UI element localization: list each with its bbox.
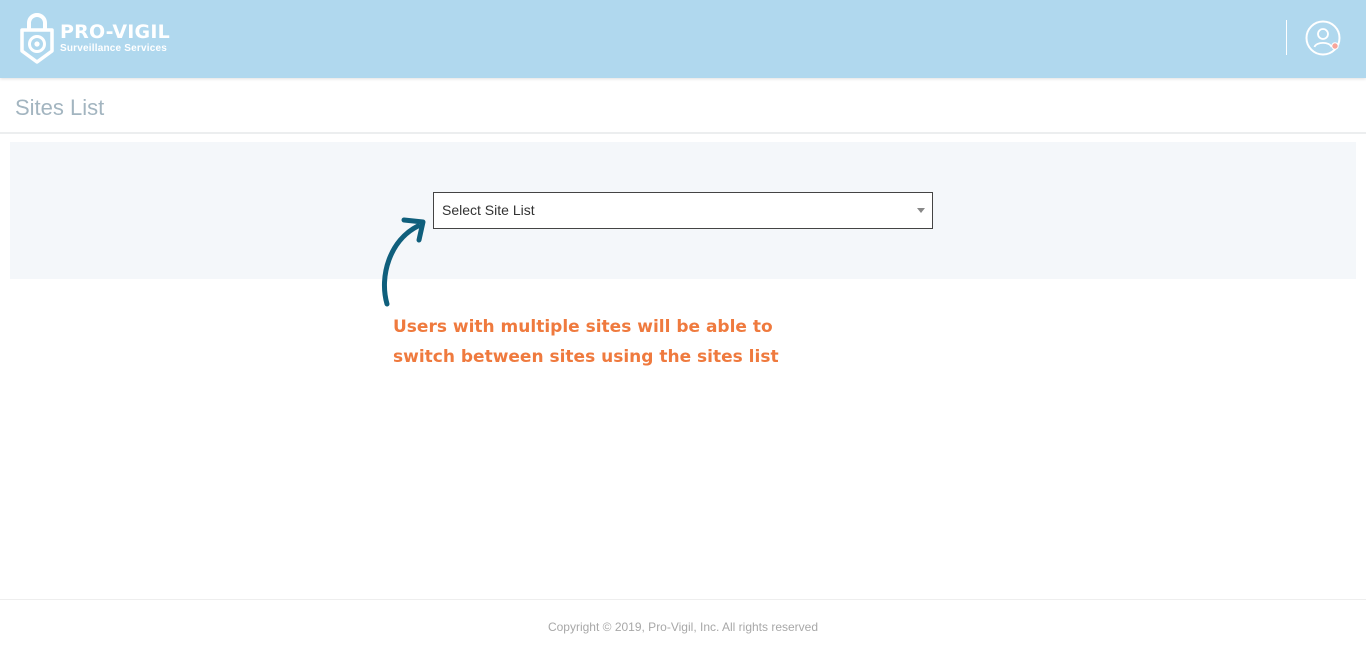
brand-text: PRO-VIGIL Surveillance Services [60,20,170,55]
padlock-logo-icon [20,13,54,64]
brand-name: PRO-VIGIL [60,20,170,43]
annotation-text: Users with multiple sites will be able t… [393,312,813,372]
page-title: Sites List [15,95,105,120]
chevron-down-icon [917,208,925,213]
site-list-select[interactable]: Select Site List [433,192,933,229]
user-menu-button[interactable] [1305,20,1341,56]
brand-tagline: Surveillance Services [60,42,168,54]
curved-arrow-icon [381,217,426,307]
footer-divider [0,599,1366,600]
brand-logo[interactable]: PRO-VIGIL Surveillance Services [18,10,170,66]
annotation-line-2: switch between sites using the sites lis… [393,347,779,367]
user-avatar-icon [1305,20,1341,56]
annotation-line-1: Users with multiple sites will be able t… [393,317,773,337]
title-divider [0,132,1366,134]
copyright-text: Copyright © 2019, Pro-Vigil, Inc. All ri… [547,620,819,634]
notification-dot [1331,42,1339,50]
app-header: PRO-VIGIL Surveillance Services [0,0,1366,78]
header-divider [1286,20,1287,55]
site-select-value: Select Site List [442,202,535,218]
